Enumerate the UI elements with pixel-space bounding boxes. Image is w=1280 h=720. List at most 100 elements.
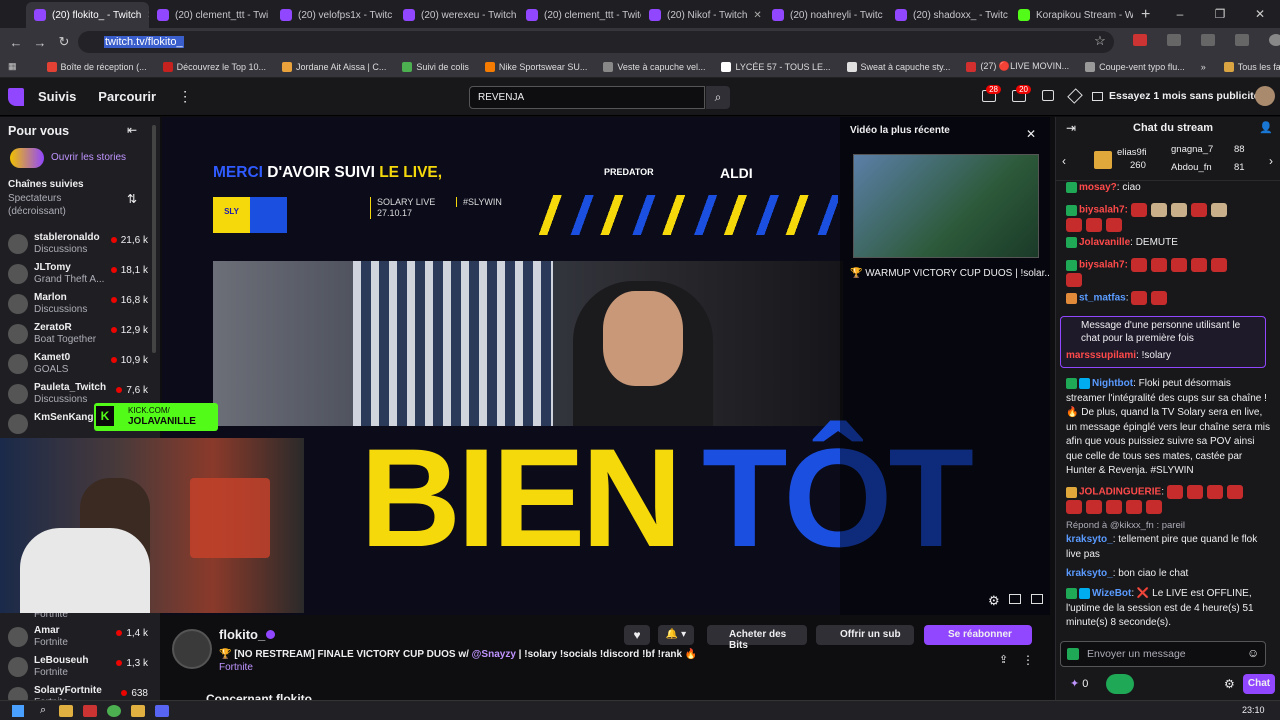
theatre-mode-icon[interactable] <box>1009 594 1021 604</box>
profile-avatar[interactable] <box>1269 34 1280 46</box>
bookmarks-overflow-icon[interactable]: » <box>1201 62 1206 72</box>
sidebar-channel[interactable]: ZeratoR Boat Together 12,9 k <box>6 320 154 350</box>
clock[interactable]: 23:10 <box>1242 705 1265 715</box>
more-menu-icon[interactable]: ⋮ <box>178 88 192 105</box>
taskbar-app-icon[interactable] <box>131 704 146 717</box>
bookmark-item[interactable]: LYCÉE 57 - TOUS LE... <box>721 61 831 72</box>
sidebar-channel[interactable]: Kamet0 GOALS 10,9 k <box>6 350 154 380</box>
reload-icon[interactable]: ↻ <box>52 34 76 50</box>
media-icon[interactable] <box>1235 34 1249 46</box>
stories-avatars[interactable] <box>10 148 44 168</box>
prime-loot-icon[interactable]: 28 <box>982 85 1001 102</box>
reply-context[interactable]: Répond à @kikxx_fn : pareil <box>1066 519 1271 534</box>
maximize-icon[interactable]: ❐ <box>1200 0 1240 28</box>
notifications-button[interactable]: 🔔 ▾ <box>658 625 694 645</box>
chrome-icon[interactable] <box>107 704 122 717</box>
file-explorer-icon[interactable] <box>59 704 74 717</box>
extension-icon[interactable] <box>1167 34 1181 46</box>
nav-following[interactable]: Suivis <box>38 89 76 104</box>
channel-game: Boat Together <box>34 334 97 345</box>
fullscreen-icon[interactable] <box>1031 594 1043 604</box>
channel-avatar <box>8 294 28 314</box>
recent-video-caption[interactable]: 🏆 WARMUP VICTORY CUP DUOS | !solar... <box>850 268 1050 279</box>
sidebar-channel[interactable]: Marlon Discussions 16,8 k <box>6 290 154 320</box>
twitch-logo-icon[interactable] <box>8 87 24 106</box>
open-stories-link[interactable]: Ouvrir les stories <box>51 152 126 163</box>
bits-icon[interactable] <box>1067 88 1083 104</box>
promo-button[interactable]: Essayez 1 mois sans publicité <box>1092 90 1260 102</box>
more-options-icon[interactable]: ⋮ <box>1022 653 1034 667</box>
url-input[interactable]: twitch.tv/flokito_ <box>78 31 1114 53</box>
sort-icon[interactable]: ⇅ <box>127 192 137 206</box>
search-input[interactable]: REVENJA <box>469 86 705 109</box>
minimize-icon[interactable]: – <box>1160 0 1200 28</box>
sidebar-channel[interactable]: JLTomy Grand Theft A... 18,1 k <box>6 260 154 290</box>
collapse-sidebar-icon[interactable]: ⇤ <box>127 123 137 137</box>
channel-points-icon[interactable]: ✦ 0 <box>1070 677 1088 690</box>
sidebar-channel[interactable]: stableronaldo Discussions 21,6 k <box>6 230 154 260</box>
user-avatar[interactable] <box>1255 86 1275 106</box>
sidebar-scrollbar[interactable] <box>152 125 156 353</box>
chat-settings-icon[interactable]: ⚙ <box>1224 677 1235 691</box>
chat-badge-icon[interactable] <box>1067 648 1079 660</box>
gift-sub-button[interactable]: Offrir un sub <box>816 625 914 645</box>
browser-tab[interactable]: (20) clement_ttt - Twi✕ <box>149 2 272 28</box>
bookmark-item[interactable]: (27) 🔴LIVE MOVIN... <box>966 61 1069 72</box>
all-favorites[interactable]: Tous les favoris <box>1223 61 1280 72</box>
search-icon[interactable]: ⌕ <box>706 86 730 109</box>
browser-tab[interactable]: (20) werexeu - Twitch✕ <box>395 2 518 28</box>
bookmark-item[interactable]: Veste à capuche vel... <box>603 61 705 72</box>
apps-grid-icon[interactable]: ▦ <box>8 61 17 72</box>
sidebar-channel[interactable]: LeBouseuh Fortnite 1,3 k <box>6 653 154 683</box>
sidebar-channel[interactable]: Amar Fortnite 1,4 k <box>6 623 154 653</box>
inbox-icon[interactable]: 20 <box>1012 85 1031 102</box>
channel-points-claim[interactable] <box>1106 674 1134 694</box>
browser-tab[interactable]: (20) noahreyli - Twitc✕ <box>764 2 887 28</box>
new-tab-button[interactable]: + <box>1133 6 1158 28</box>
buy-bits-button[interactable]: Acheter des Bits <box>707 625 807 651</box>
close-recent-icon[interactable]: ✕ <box>1026 127 1036 141</box>
recent-video-thumbnail[interactable] <box>853 154 1039 258</box>
extensions-puzzle-icon[interactable] <box>1201 34 1215 46</box>
close-tab-icon[interactable]: ✕ <box>141 10 149 21</box>
chat-input[interactable]: Envoyer un message ☺ <box>1060 641 1266 667</box>
chat-send-button[interactable]: Chat <box>1243 674 1275 694</box>
bookmark-item[interactable]: Jordane Ait Aissa | C... <box>281 61 386 72</box>
taskbar-search-icon[interactable]: ⌕ <box>40 704 46 717</box>
emote-picker-icon[interactable]: ☺ <box>1247 646 1259 660</box>
close-window-icon[interactable]: ✕ <box>1240 0 1280 28</box>
nav-browse[interactable]: Parcourir <box>98 89 156 104</box>
browser-tab[interactable]: (20) Nikof - Twitch ✕ <box>641 2 764 28</box>
bookmark-item[interactable]: Coupe-vent typo flu... <box>1085 61 1185 72</box>
prev-icon[interactable]: ‹ <box>1062 154 1066 168</box>
extension-icon[interactable] <box>1133 34 1147 46</box>
bookmark-star-icon[interactable]: ☆ <box>1088 33 1112 49</box>
back-icon[interactable]: ← <box>4 35 28 50</box>
bookmark-item[interactable]: Nike Sportswear SU... <box>484 61 587 72</box>
discord-icon[interactable] <box>155 704 170 717</box>
channel-avatar[interactable] <box>172 629 212 669</box>
whispers-icon[interactable] <box>1042 90 1054 101</box>
windows-start-icon[interactable] <box>12 704 24 717</box>
close-tab-icon[interactable]: ✕ <box>747 10 761 21</box>
browser-tab[interactable]: (20) velofps1x - Twitc✕ <box>272 2 395 28</box>
browser-tab[interactable]: (20) flokito_ - Twitch✕ <box>26 2 149 28</box>
game-link[interactable]: Fortnite <box>219 662 253 673</box>
channel-name[interactable]: flokito_ <box>219 627 265 642</box>
resubscribe-button[interactable]: Se réabonner <box>924 625 1032 645</box>
bookmark-item[interactable]: Découvrez le Top 10... <box>162 61 266 72</box>
follow-heart-button[interactable]: ♥ <box>624 625 650 645</box>
taskbar-app-icon[interactable] <box>83 704 98 717</box>
settings-icon[interactable]: ⚙ <box>988 593 1000 609</box>
bookmark-item[interactable]: Sweat à capuche sty... <box>846 61 950 72</box>
browser-tab[interactable]: (20) shadoxx_ - Twitc✕ <box>887 2 1010 28</box>
browser-tab[interactable]: (20) clement_ttt - Twitc✕ <box>518 2 641 28</box>
browser-tab[interactable]: Korapikou Stream - W✕ <box>1010 2 1133 28</box>
collapse-chat-icon[interactable]: ⇥ <box>1066 121 1076 135</box>
chat-users-icon[interactable]: 👤 <box>1259 121 1273 134</box>
forward-icon[interactable]: → <box>28 35 52 50</box>
bookmark-item[interactable]: Boîte de réception (... <box>46 61 147 72</box>
next-icon[interactable]: › <box>1269 154 1273 168</box>
bookmark-item[interactable]: Suivi de colis <box>402 61 469 72</box>
share-icon[interactable]: ⇪ <box>999 653 1008 666</box>
